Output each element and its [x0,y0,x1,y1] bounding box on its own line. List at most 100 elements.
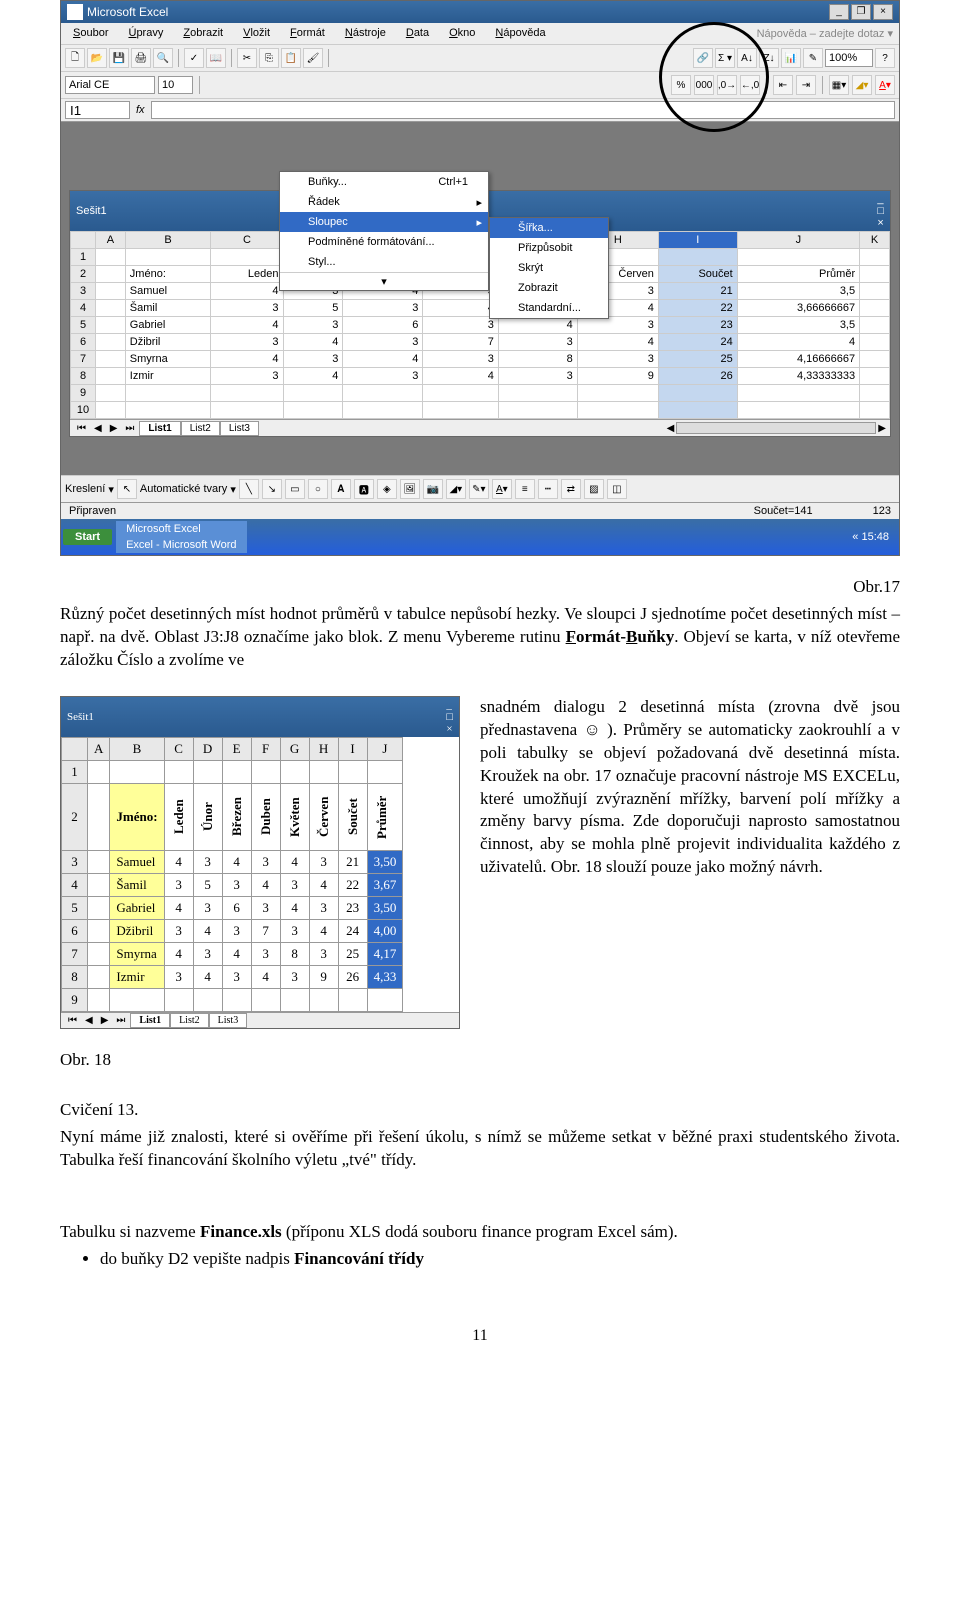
submenuitem-pizpsobit[interactable]: Přizpůsobit [490,238,608,258]
menu-formát[interactable]: Formát [282,25,333,42]
picture-icon[interactable]: 📷 [423,479,443,499]
col-header-J[interactable]: J [737,232,859,249]
sheet-tab-list1[interactable]: List1 [139,421,180,436]
mini-cell[interactable]: 25 [338,942,367,965]
mini-cell[interactable]: Smyrna [110,942,164,965]
mini-tab-prev-icon[interactable]: ◀ [82,1015,96,1026]
hscroll-left-icon[interactable]: ◀ [667,423,675,434]
row-header[interactable]: 5 [71,317,96,334]
fontsize-input[interactable] [158,76,193,94]
cell[interactable]: 3 [423,317,499,334]
cell[interactable]: 4 [211,283,283,300]
name-box[interactable] [65,101,130,119]
menuitem-styl[interactable]: Styl... [280,252,488,272]
mini-cell[interactable]: 4 [193,965,222,988]
cell[interactable] [737,402,859,419]
row-header[interactable]: 3 [71,283,96,300]
cell[interactable]: Smyrna [125,351,211,368]
col-header-corner[interactable] [71,232,96,249]
oval-icon[interactable]: ○ [308,479,328,499]
mini-col-header[interactable]: E [222,737,251,760]
cell[interactable] [577,385,658,402]
cell[interactable]: 22 [658,300,737,317]
help-search[interactable]: Nápověda – zadejte dotaz ▾ [755,25,895,42]
borders-icon[interactable]: ▦▾ [829,75,849,95]
col-header-I[interactable]: I [658,232,737,249]
mini-cell[interactable]: 4 [280,896,309,919]
mini-cell[interactable]: 26 [338,965,367,988]
cell[interactable]: 3 [211,334,283,351]
mini-cell[interactable]: 3 [164,965,193,988]
shadow-icon[interactable]: ▨ [584,479,604,499]
mini-cell[interactable]: 4,33 [367,965,403,988]
cell[interactable] [423,385,499,402]
mini-cell[interactable]: 4 [251,965,280,988]
cell[interactable]: 3 [577,317,658,334]
menu-nástroje[interactable]: Nástroje [337,25,394,42]
mini-tab-next-icon[interactable]: ▶ [98,1015,112,1026]
cell[interactable] [860,300,890,317]
cell[interactable]: 3 [343,300,423,317]
fillcolor-icon[interactable]: ◢▾ [852,75,872,95]
mini-cell[interactable]: 4 [309,873,338,896]
mini-cell[interactable]: 3 [309,942,338,965]
submenuitem-skrt[interactable]: Skrýt [490,258,608,278]
cell[interactable]: 4 [423,368,499,385]
mini-cell[interactable]: 4 [164,896,193,919]
cell[interactable]: 3 [343,368,423,385]
inc-indent-icon[interactable]: ⇥ [796,75,816,95]
mini-cell[interactable]: Gabriel [110,896,164,919]
mini-col-header[interactable]: A [88,737,110,760]
cell[interactable]: 3 [283,317,343,334]
rectangle-icon[interactable]: ▭ [285,479,305,499]
dashstyle-icon[interactable]: ┅ [538,479,558,499]
cell[interactable]: 24 [658,334,737,351]
hscroll-right-icon[interactable]: ▶ [878,423,886,434]
menuitem-dek[interactable]: Řádek▸ [280,192,488,212]
hyperlink-icon[interactable]: 🔗 [693,48,713,68]
mini-cell[interactable]: 24 [338,919,367,942]
submenuitem-zobrazit[interactable]: Zobrazit [490,278,608,298]
cell[interactable]: 9 [577,368,658,385]
line-icon[interactable]: ╲ [239,479,259,499]
cell[interactable]: 4 [283,334,343,351]
mini-cell[interactable]: 3 [280,965,309,988]
cell[interactable]: 4 [211,351,283,368]
drawing-icon[interactable]: ✎ [803,48,823,68]
mini-cell[interactable]: 4,17 [367,942,403,965]
chart-icon[interactable]: 📊 [781,48,801,68]
mini-tab-first-icon[interactable]: ⏮ [65,1015,80,1026]
cell[interactable]: 4 [498,317,577,334]
mini-cell[interactable]: 8 [280,942,309,965]
menuitem-podmnnformtovn[interactable]: Podmíněné formátování... [280,232,488,252]
cell[interactable]: 23 [658,317,737,334]
cell[interactable]: 6 [343,317,423,334]
mini-tab-last-icon[interactable]: ⏭ [113,1015,128,1026]
cell[interactable]: 4,16666667 [737,351,859,368]
cell[interactable] [125,385,211,402]
cell[interactable] [498,402,577,419]
inc-decimal-icon[interactable]: ,0→ [717,75,737,95]
cell[interactable] [283,402,343,419]
cell[interactable] [577,402,658,419]
cut-icon[interactable]: ✂ [237,48,257,68]
research-icon[interactable]: 📖 [206,48,226,68]
cell[interactable]: Džibril [125,334,211,351]
tab-next-icon[interactable]: ▶ [107,423,121,434]
menu-data[interactable]: Data [398,25,437,42]
formatpainter-icon[interactable]: 🖌 [303,48,323,68]
menu-vložit[interactable]: Vložit [235,25,278,42]
cell[interactable] [211,402,283,419]
textbox-icon[interactable]: 𝐀 [331,479,351,499]
open-icon[interactable]: 📂 [87,48,107,68]
thousands-icon[interactable]: 000 [694,75,714,95]
sort-asc-icon[interactable]: A↓ [737,48,757,68]
minimize-button[interactable]: _ [829,4,849,20]
cell[interactable] [343,402,423,419]
clipart-icon[interactable]: 🖼 [400,479,420,499]
cell[interactable] [343,385,423,402]
cell[interactable]: Jméno: [125,266,211,283]
start-button[interactable]: Start [63,529,112,545]
restore-button[interactable]: ❐ [851,4,871,20]
font-input[interactable] [65,76,155,94]
